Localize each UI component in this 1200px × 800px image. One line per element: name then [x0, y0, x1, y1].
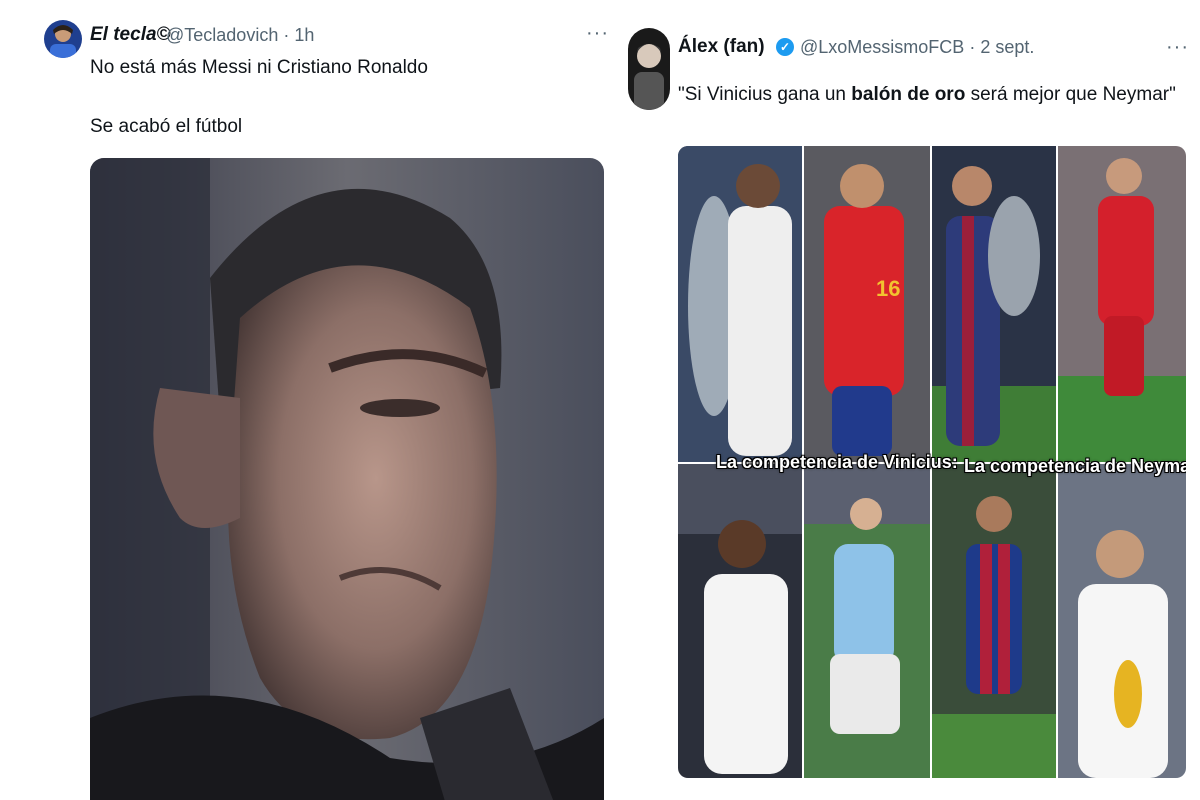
handle-time[interactable]: @Tecladovich · 1h	[166, 25, 314, 46]
tweet-text: "Si Vinicius gana un balón de oro será m…	[678, 84, 1176, 105]
collage-tile	[1058, 464, 1186, 778]
display-name[interactable]: Álex (fan)	[678, 36, 765, 58]
collage-tile	[932, 146, 1056, 462]
tweet-text-line1: No está más Messi ni Cristiano Ronaldo	[90, 57, 428, 78]
tweet-media-photo[interactable]	[90, 158, 604, 800]
collage-caption-right: La competencia de Neymar	[964, 456, 1186, 476]
tweet-text-line2: Se acabó el fútbol	[90, 116, 243, 137]
tweet-right[interactable]: Álex (fan) ✓ @LxoMessismoFCB · 2 sept. ·…	[614, 0, 1200, 800]
avatar[interactable]	[628, 28, 670, 110]
more-options-button[interactable]: ···	[586, 22, 609, 45]
verified-badge-icon: ✓	[776, 38, 794, 56]
more-options-button[interactable]: ···	[1166, 36, 1189, 59]
svg-text:16: 16	[876, 276, 900, 301]
avatar[interactable]	[44, 20, 82, 58]
collage-tile: 16	[804, 146, 930, 462]
collage-tile	[804, 464, 930, 778]
handle-time[interactable]: @LxoMessismoFCB · 2 sept.	[800, 37, 1034, 58]
man-closeup-photo-icon	[90, 158, 604, 800]
display-name[interactable]: El tecla©	[90, 24, 171, 46]
collage-tile	[678, 464, 802, 778]
collage-tile	[1058, 146, 1186, 462]
collage-tile	[932, 464, 1056, 778]
tweet-media-collage[interactable]: 16 La competencia de Vinicius: La compet…	[678, 146, 1186, 778]
collage-tile	[678, 146, 802, 462]
tweet-left[interactable]: El tecla© @Tecladovich · 1h ··· No está …	[0, 0, 614, 800]
collage-caption-left: La competencia de Vinicius:	[716, 452, 958, 472]
